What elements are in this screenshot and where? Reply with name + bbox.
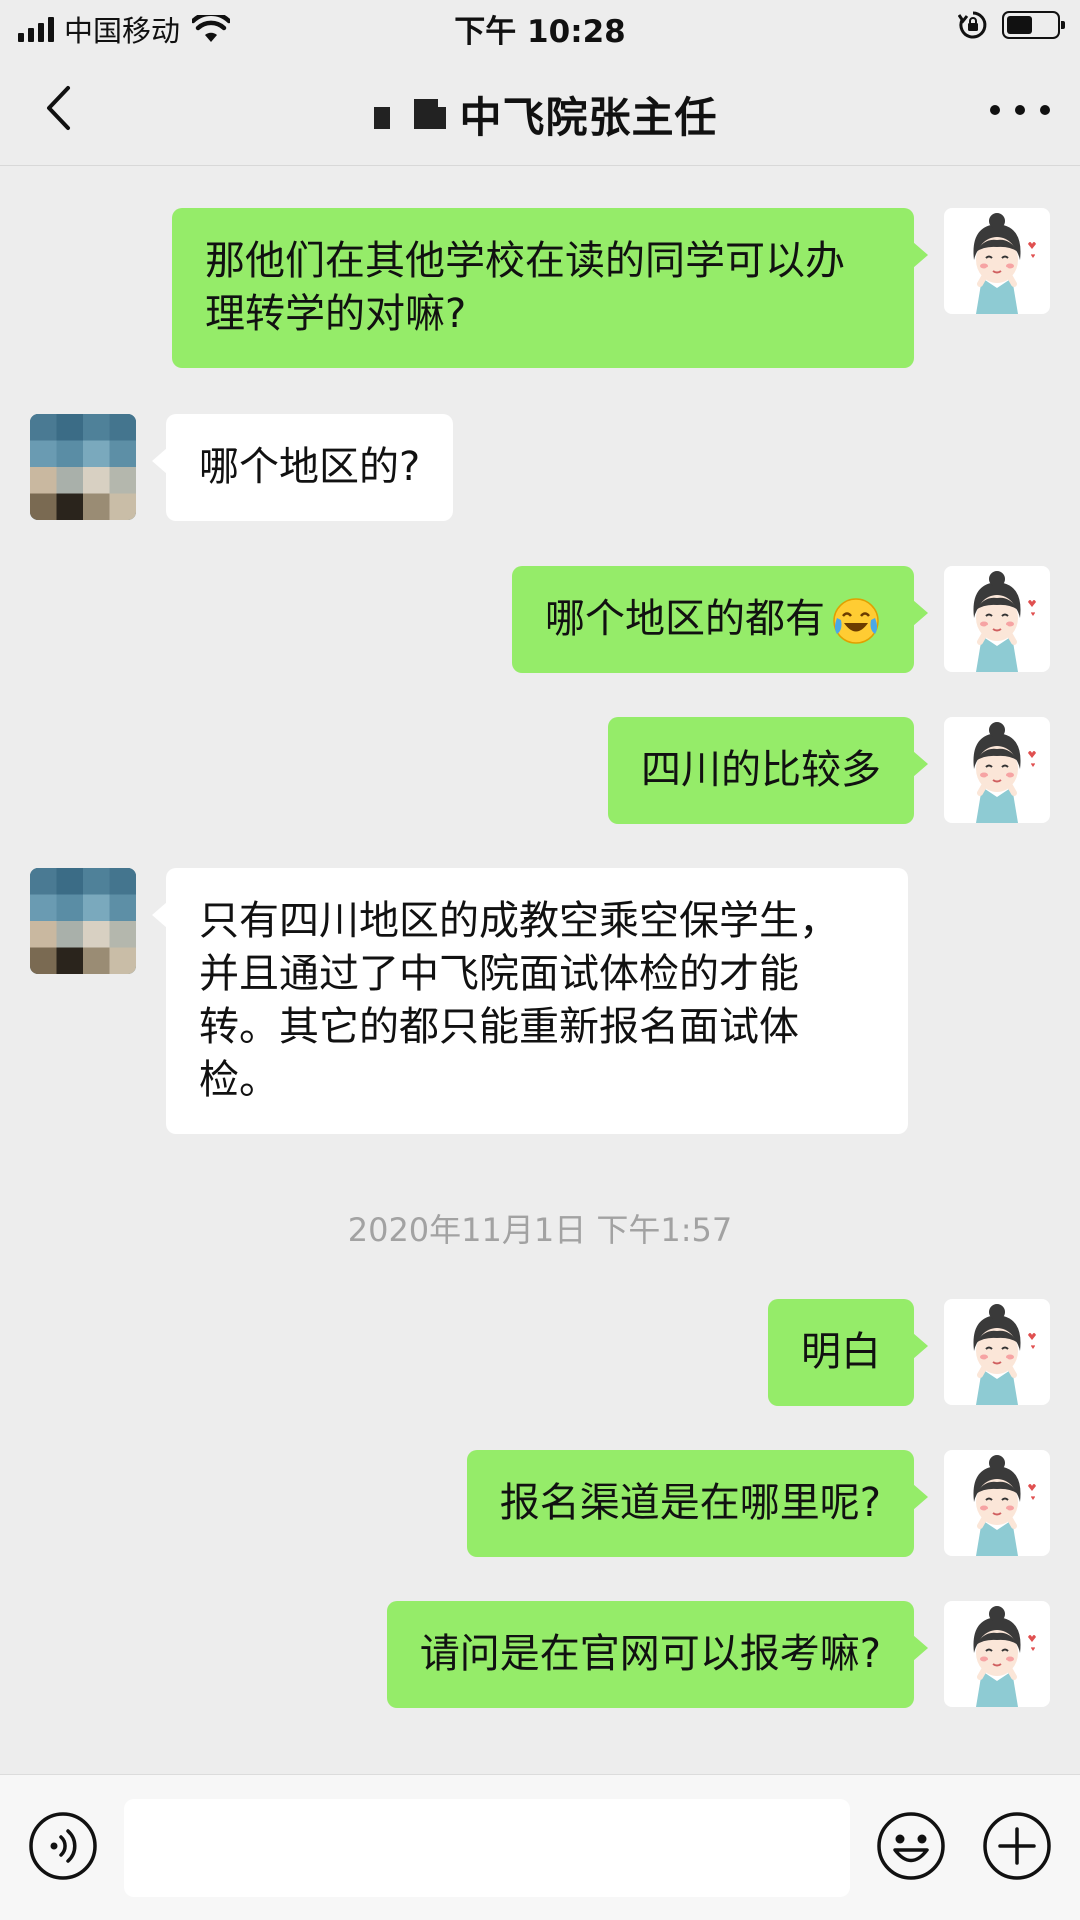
plus-icon (983, 1812, 1051, 1880)
emoji-button[interactable] (876, 1811, 946, 1881)
contact-avatar[interactable] (30, 414, 136, 520)
message-row: 那他们在其他学校在读的同学可以办理转学的对嘛? (172, 208, 1050, 368)
redacted-mosaic (362, 93, 448, 137)
more-dot (1015, 105, 1025, 115)
message-bubble[interactable]: 报名渠道是在哪里呢? (466, 1450, 929, 1557)
my-avatar[interactable] (944, 1601, 1050, 1707)
message-text: 哪个地区的都有 (545, 596, 825, 642)
message-bubble[interactable]: 明白 (768, 1299, 928, 1406)
chat-title: 中飞院张主任 (459, 93, 718, 142)
battery-fill (1007, 16, 1032, 34)
message-row: 只有四川地区的成教空乘空保学生，并且通过了中飞院面试体检的才能转。其它的都只能重… (30, 868, 908, 1134)
more-functions-button[interactable] (982, 1811, 1052, 1881)
more-button[interactable] (990, 92, 1050, 128)
more-dot (1040, 105, 1050, 115)
status-right (958, 10, 1065, 40)
timestamp: 2020年11月1日 下午1:57 (347, 1211, 733, 1249)
contact-avatar[interactable] (30, 868, 136, 974)
nav-bar: 中飞院张主任 (0, 54, 1080, 166)
message-bubble[interactable]: 那他们在其他学校在读的同学可以办理转学的对嘛? (172, 208, 928, 368)
message-bubble[interactable]: 哪个地区的都有 (512, 566, 928, 673)
message-row: 四川的比较多 (608, 717, 1050, 824)
voice-icon (29, 1812, 97, 1880)
face-with-tears-of-joy-icon (833, 598, 879, 644)
message-row: 明白 (768, 1299, 1050, 1406)
nav-title-wrap: 中飞院张主任 (0, 84, 1080, 145)
message-bubble[interactable]: 请问是在官网可以报考嘛? (386, 1601, 929, 1708)
emoji-icon (877, 1812, 945, 1880)
wifi-icon (192, 15, 231, 42)
message-bubble[interactable]: 哪个地区的? (151, 414, 454, 521)
message-row: 哪个地区的都有 (512, 566, 1050, 673)
message-input[interactable] (124, 1799, 850, 1897)
signal-icon (18, 16, 54, 42)
message-bubble[interactable]: 四川的比较多 (608, 717, 928, 824)
my-avatar[interactable] (944, 1299, 1050, 1405)
my-avatar[interactable] (944, 717, 1050, 823)
input-bar (0, 1774, 1080, 1920)
message-bubble[interactable]: 只有四川地区的成教空乘空保学生，并且通过了中飞院面试体检的才能转。其它的都只能重… (152, 868, 908, 1134)
message-row: 哪个地区的? (30, 414, 454, 521)
battery-icon (1002, 11, 1065, 39)
orientation-lock-icon (958, 11, 987, 39)
voice-button[interactable] (28, 1811, 98, 1881)
my-avatar[interactable] (944, 1450, 1050, 1556)
message-row: 请问是在官网可以报考嘛? (386, 1601, 1050, 1708)
status-bar: 中国移动 下午 10:28 (0, 0, 1080, 54)
my-avatar[interactable] (944, 208, 1050, 314)
status-left: 中国移动 (18, 8, 231, 50)
carrier-name: 中国移动 (64, 14, 181, 48)
my-avatar[interactable] (944, 566, 1050, 672)
message-row: 报名渠道是在哪里呢? (466, 1450, 1050, 1557)
more-dot (990, 105, 1000, 115)
